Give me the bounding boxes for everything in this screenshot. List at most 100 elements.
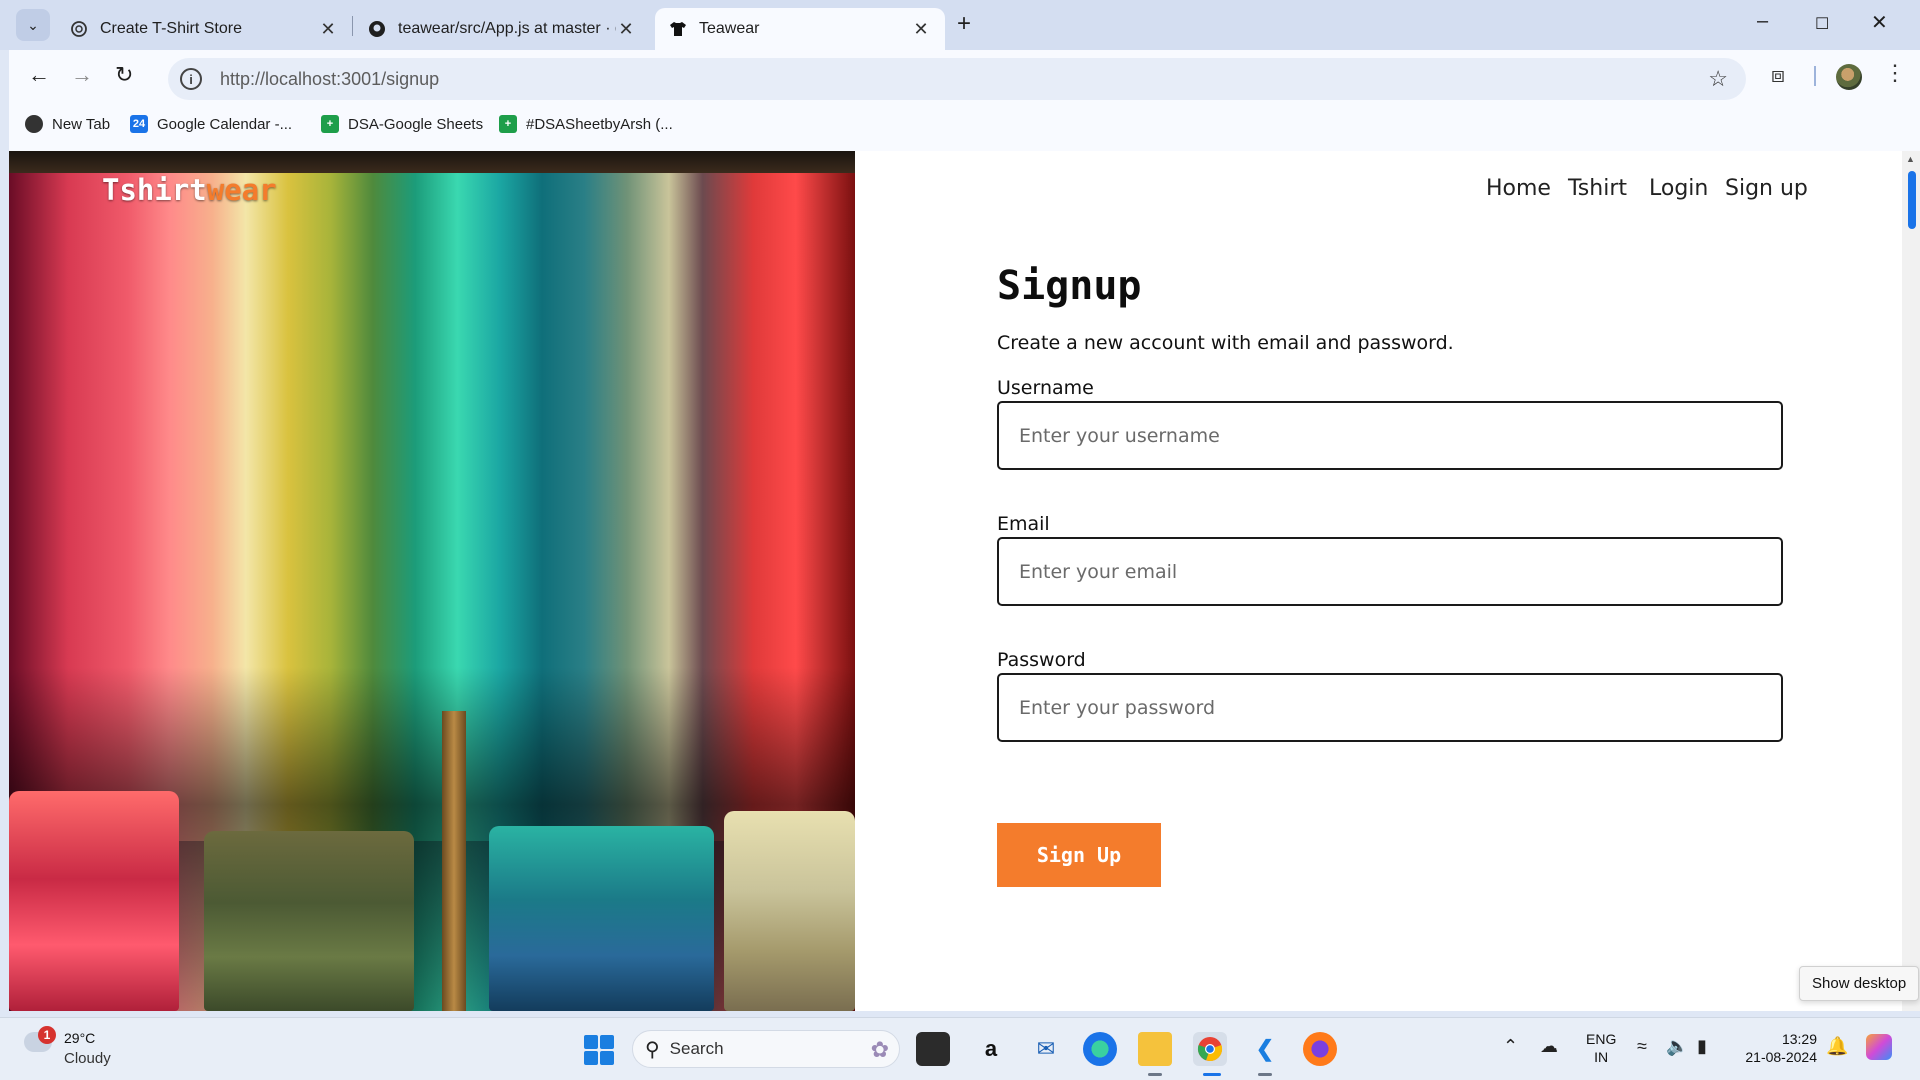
page-title: Signup [997, 263, 1142, 309]
language-code: ENG [1586, 1031, 1617, 1047]
browser-toolbar: ← → ↻ i http://localhost:3001/signup ☆ ⧈… [9, 50, 1920, 100]
wifi-icon[interactable]: ≈ [1637, 1036, 1647, 1057]
taskbar: 1 29°C Cloudy ⚲ Search ✿ a ✉ ❮ ⌃ ☁ ENG IN… [0, 1017, 1920, 1080]
folded-shirts-pile [9, 791, 179, 1011]
bookmark-label: #DSASheetbyArsh (... [526, 115, 673, 133]
password-label: Password [997, 649, 1086, 671]
tab-create-tshirt-store[interactable]: Create T-Shirt Store ✕ [56, 8, 352, 50]
taskbar-search[interactable]: ⚲ Search ✿ [632, 1030, 900, 1068]
email-input[interactable] [997, 537, 1783, 606]
weather-alert-badge: 1 [38, 1026, 56, 1044]
username-input[interactable] [997, 401, 1783, 470]
tab-title: Teawear [699, 20, 760, 37]
nav-tshirt[interactable]: Tshirt [1568, 176, 1627, 201]
folded-shirts-pile [724, 811, 855, 1011]
battery-icon[interactable]: ▮ [1697, 1036, 1707, 1057]
close-window-button[interactable]: ✕ [1871, 10, 1888, 35]
hero-image: Tshirtwear [9, 151, 855, 1011]
logo-accent-text: wear [206, 173, 277, 207]
bookmark-label: DSA-Google Sheets [348, 115, 484, 133]
show-desktop-tooltip: Show desktop [1799, 966, 1920, 1001]
nav-home[interactable]: Home [1486, 176, 1551, 201]
edge-icon[interactable] [1083, 1032, 1117, 1066]
region-code: IN [1594, 1049, 1609, 1065]
address-bar[interactable]: i http://localhost:3001/signup ☆ [168, 58, 1746, 100]
menu-kebab-icon[interactable]: ⋮ [1884, 60, 1906, 86]
mail-icon[interactable]: ✉ [1029, 1032, 1063, 1066]
active-indicator [1203, 1073, 1221, 1076]
running-indicator [1258, 1073, 1272, 1076]
notification-bell-icon[interactable]: 🔔 [1826, 1036, 1848, 1057]
close-icon[interactable]: ✕ [616, 19, 636, 40]
task-view-icon[interactable] [916, 1032, 950, 1066]
search-label: Search [669, 1039, 724, 1058]
search-icon: ⚲ [645, 1038, 660, 1061]
new-tab-button[interactable]: + [957, 10, 971, 38]
tab-title: teawear/src/App.js at master · g [398, 20, 616, 37]
weather-description[interactable]: Cloudy [64, 1050, 111, 1067]
page-scrollbar[interactable]: ▲ [1902, 151, 1920, 1011]
chrome-icon[interactable] [1193, 1032, 1227, 1066]
tshirt-icon [669, 20, 687, 38]
sheets-icon: + [499, 115, 517, 133]
wooden-post [442, 711, 466, 1011]
tab-search-button[interactable]: ⌄ [16, 9, 50, 41]
bookmark-star-icon[interactable]: ☆ [1708, 66, 1728, 92]
logo-text: Tshirt [102, 173, 207, 207]
vscode-icon[interactable]: ❮ [1248, 1032, 1282, 1066]
windows-start-icon[interactable] [584, 1035, 614, 1065]
volume-icon[interactable]: 🔈 [1666, 1036, 1688, 1057]
onedrive-cloud-icon[interactable]: ☁ [1540, 1036, 1558, 1057]
input-language[interactable]: ENG IN [1586, 1030, 1616, 1066]
clock-date: 21-08-2024 [1745, 1049, 1817, 1065]
bookmark-dsa-sheet-by-arsh[interactable]: + #DSASheetbyArsh (... [499, 115, 673, 133]
url-text[interactable]: http://localhost:3001/signup [220, 69, 439, 90]
globe-icon [25, 115, 43, 133]
tab-github-app-js[interactable]: teawear/src/App.js at master · g ✕ [354, 8, 650, 50]
reload-icon[interactable]: ↻ [115, 62, 133, 88]
amazon-icon[interactable]: a [974, 1032, 1008, 1066]
sheets-icon: + [321, 115, 339, 133]
username-label: Username [997, 377, 1094, 399]
forward-arrow-icon[interactable]: → [71, 62, 93, 88]
tab-bar: ⌄ Create T-Shirt Store ✕ teawear/src/App… [0, 0, 1920, 50]
scrollbar-thumb[interactable] [1908, 171, 1916, 229]
clock-time: 13:29 [1781, 1031, 1817, 1047]
bookmark-google-calendar[interactable]: 24 Google Calendar -... [130, 115, 292, 133]
bookmark-label: Google Calendar -... [157, 115, 293, 133]
page-subtitle: Create a new account with email and pass… [997, 332, 1454, 354]
weather-temperature[interactable]: 29°C [64, 1030, 95, 1046]
nav-login[interactable]: Login [1649, 176, 1708, 201]
clothes-rod [9, 151, 855, 173]
copilot-icon[interactable] [1866, 1034, 1892, 1060]
bookmark-dsa-google-sheets[interactable]: + DSA-Google Sheets [321, 115, 483, 133]
firefox-icon[interactable] [1303, 1032, 1337, 1066]
email-label: Email [997, 513, 1050, 535]
bookmarks-bar: New Tab 24 Google Calendar -... + DSA-Go… [9, 100, 1920, 151]
close-icon[interactable]: ✕ [318, 19, 338, 40]
chevron-up-icon[interactable]: ⌃ [1503, 1036, 1518, 1057]
close-icon[interactable]: ✕ [911, 19, 931, 40]
profile-avatar[interactable] [1836, 64, 1862, 90]
maximize-button[interactable]: ☐ [1815, 14, 1829, 34]
system-clock[interactable]: 13:29 21-08-2024 [1737, 1030, 1817, 1066]
back-arrow-icon[interactable]: ← [28, 62, 50, 88]
file-explorer-icon[interactable] [1138, 1032, 1172, 1066]
password-input[interactable] [997, 673, 1783, 742]
site-logo[interactable]: Tshirtwear [102, 173, 277, 207]
tab-teawear[interactable]: Teawear ✕ [655, 8, 945, 50]
openai-icon [70, 20, 88, 38]
bookmark-new-tab[interactable]: New Tab [25, 115, 110, 133]
bookmark-label: New Tab [52, 115, 111, 133]
page-viewport: Tshirtwear Home Tshirt Login Sign up Sig… [9, 151, 1920, 1011]
toolbar-separator [1814, 66, 1816, 86]
folded-shirts-pile [204, 831, 414, 1011]
nav-signup[interactable]: Sign up [1725, 176, 1808, 201]
search-highlight-icon: ✿ [870, 1037, 889, 1062]
minimize-button[interactable]: – [1757, 10, 1768, 33]
site-info-icon[interactable]: i [180, 68, 202, 90]
scroll-up-arrow-icon[interactable]: ▲ [1906, 154, 1915, 164]
github-icon [368, 20, 386, 38]
extensions-puzzle-icon[interactable]: ⧈ [1771, 62, 1785, 88]
sign-up-button[interactable]: Sign Up [997, 823, 1161, 887]
